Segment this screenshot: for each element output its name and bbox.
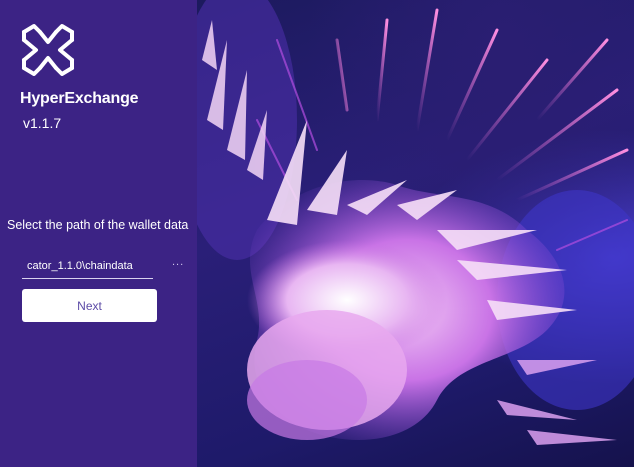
browse-button[interactable]: ...	[172, 256, 184, 268]
next-button[interactable]: Next	[22, 289, 157, 322]
setup-window: HyperExchange v1.1.7 Select the path of …	[0, 0, 634, 467]
wallet-path-prompt: Select the path of the wallet data	[7, 218, 189, 232]
app-name: HyperExchange	[20, 90, 139, 107]
abstract-splash-art	[197, 0, 634, 445]
wallet-path-input[interactable]	[22, 255, 153, 277]
hyperexchange-logo-icon	[22, 24, 74, 76]
app-version: v1.1.7	[23, 115, 62, 131]
setup-sidebar: HyperExchange v1.1.7 Select the path of …	[0, 0, 197, 467]
wallet-path-field	[22, 255, 153, 279]
splash-artwork	[197, 0, 634, 467]
